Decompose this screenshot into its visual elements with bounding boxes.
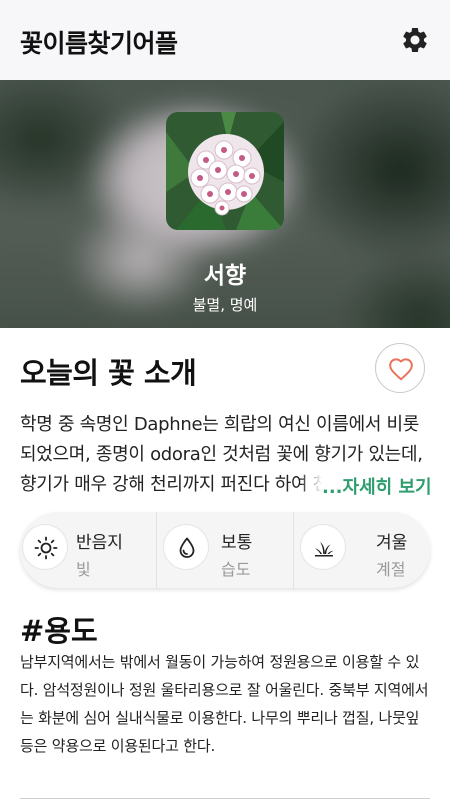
- app-bar: 꽃이름찾기어플: [0, 0, 450, 80]
- read-more-link[interactable]: ...자세히 보기: [300, 473, 432, 503]
- intro-title: 오늘의 꽃 소개: [20, 356, 197, 390]
- water-drop-icon: [163, 524, 209, 570]
- season-value: 겨울: [376, 533, 408, 553]
- humidity-info: 보통 습도: [157, 512, 293, 588]
- app-title: 꽃이름찾기어플: [20, 29, 178, 58]
- heart-outline-icon: [389, 358, 413, 381]
- season-info: 겨울 계절: [294, 512, 430, 588]
- gear-icon[interactable]: [400, 25, 430, 55]
- sun-icon: [22, 524, 68, 570]
- humidity-value: 보통: [221, 533, 253, 553]
- divider: [20, 798, 430, 799]
- light-value: 반음지: [76, 533, 123, 553]
- season-label: 계절: [376, 560, 406, 579]
- flower-thumbnail[interactable]: [166, 112, 284, 230]
- usage-title: #용도: [20, 614, 98, 648]
- humidity-label: 습도: [221, 560, 251, 579]
- usage-text: 남부지역에서는 밖에서 월동이 가능하여 정원용으로 이용할 수 있다. 암석정…: [20, 653, 429, 755]
- flower-name: 서향: [203, 263, 247, 289]
- sprout-icon: [300, 524, 346, 570]
- light-info: 반음지 빛: [20, 512, 156, 588]
- hero-banner: 서향 불멸, 명예: [0, 80, 450, 328]
- info-strip: 반음지 빛 보통 습도 겨울 계절: [20, 512, 430, 588]
- flower-meaning: 불멸, 명예: [192, 296, 258, 314]
- light-label: 빛: [76, 560, 91, 579]
- favorite-button[interactable]: [375, 343, 425, 393]
